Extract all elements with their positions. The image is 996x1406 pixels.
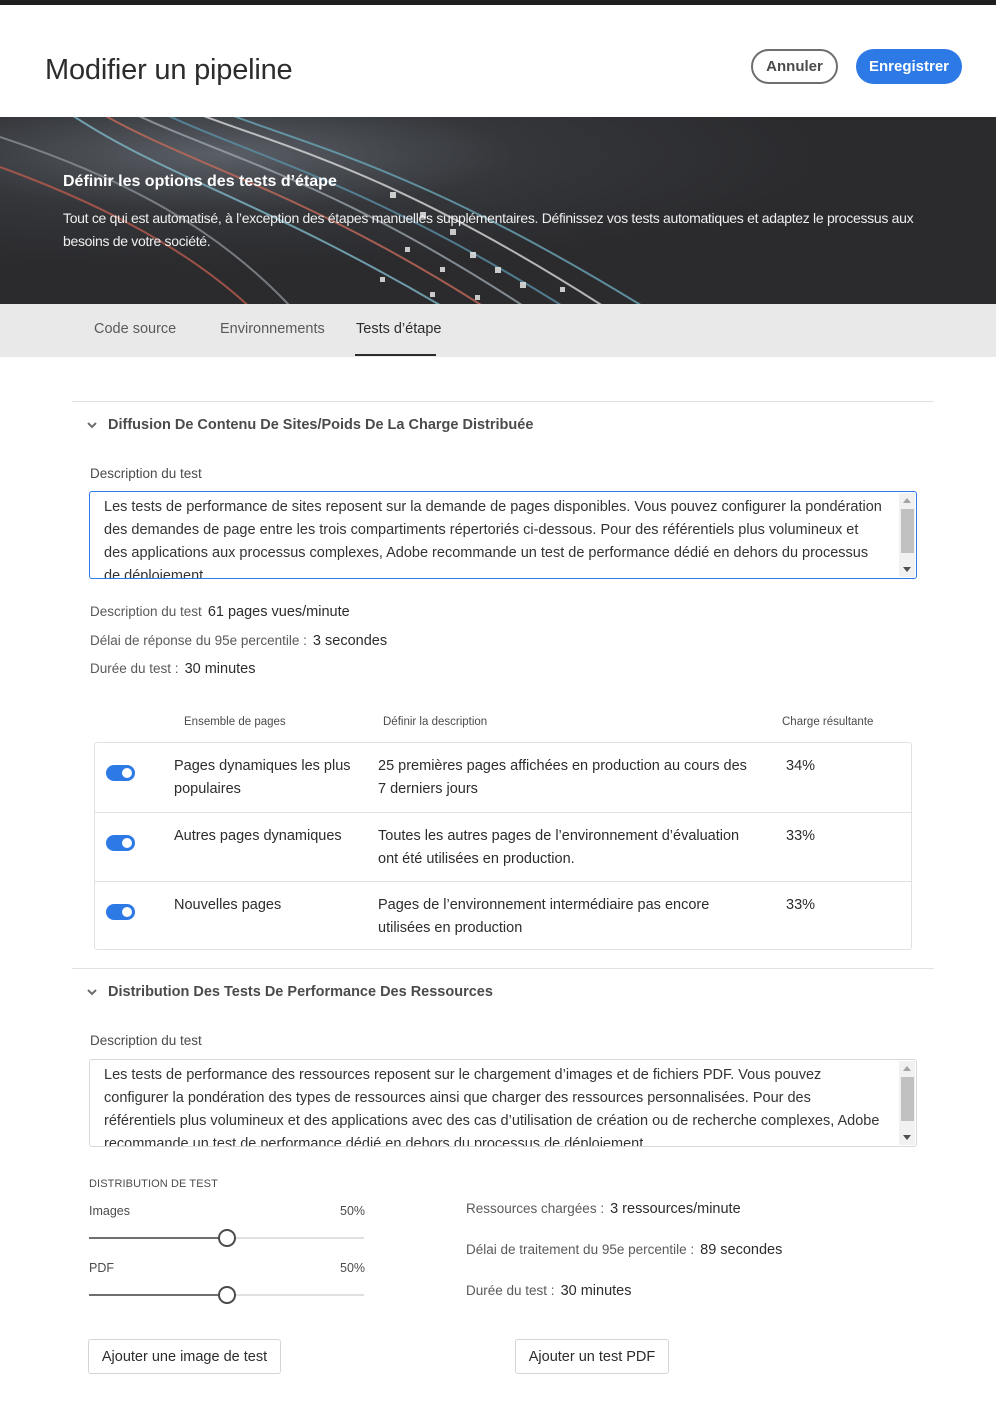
tab-code-source[interactable]: Code source — [94, 321, 176, 337]
add-test-pdf-button[interactable]: Ajouter un test PDF — [515, 1339, 669, 1374]
section-divider — [72, 968, 934, 969]
page-set-table: Pages dynamiques les plus populaires 25 … — [94, 742, 912, 950]
distribution-label: DISTRIBUTION DE TEST — [89, 1178, 218, 1190]
tab-bar: Code source Environnements Tests d’étape — [0, 304, 996, 357]
slider-value-images: 50% — [340, 1204, 366, 1218]
slider-fill — [89, 1237, 227, 1239]
stat-test-duration: Durée du test :30 minutes — [90, 661, 256, 677]
column-header-description: Définir la description — [383, 716, 488, 728]
test-description-text: Les tests de performance de sites repose… — [104, 499, 882, 579]
stat-test-duration: Durée du test :30 minutes — [466, 1283, 632, 1299]
hero-title: Définir les options des tests d’étape — [63, 173, 337, 190]
textarea-scrollbar[interactable] — [899, 1061, 915, 1145]
chevron-down-icon — [87, 422, 97, 429]
page-set-name: Nouvelles pages — [174, 897, 282, 913]
slider-thumb[interactable] — [217, 1229, 236, 1247]
table-row: Pages dynamiques les plus populaires 25 … — [95, 743, 911, 812]
table-row: Nouvelles pages Pages de l’environnement… — [95, 881, 911, 950]
resulting-load: 34% — [786, 758, 816, 774]
slider-value-pdf: 50% — [340, 1261, 366, 1275]
section-header-site-load[interactable]: Diffusion De Contenu De Sites/Poids De L… — [86, 417, 533, 433]
cancel-button[interactable]: Annuler — [751, 49, 838, 84]
page-set-description: 25 premières pages affichées en producti… — [378, 758, 747, 797]
stat-processing-time: Délai de traitement du 95e percentile :8… — [466, 1242, 783, 1258]
images-slider[interactable] — [89, 1229, 364, 1247]
test-description-textarea[interactable]: Les tests de performance des ressources … — [89, 1059, 917, 1147]
stat-response-time: Délai de réponse du 95e percentile :3 se… — [90, 633, 388, 649]
tab-tests-etape[interactable]: Tests d’étape — [356, 321, 441, 337]
page-set-description: Pages de l’environnement intermédiaire p… — [378, 897, 710, 936]
page-set-name: Pages dynamiques les plus populaires — [174, 758, 351, 797]
slider-thumb[interactable] — [217, 1286, 236, 1304]
section-header-asset-tests[interactable]: Distribution Des Tests De Performance De… — [86, 984, 493, 1000]
hero-description: Tout ce qui est automatisé, à l’exceptio… — [63, 210, 914, 249]
page-set-name: Autres pages dynamiques — [174, 828, 342, 844]
table-row: Autres pages dynamiques Toutes les autre… — [95, 812, 911, 881]
column-header-page-set: Ensemble de pages — [184, 716, 286, 728]
stat-assets-loaded: Ressources chargées :3 ressources/minute — [466, 1201, 741, 1217]
resulting-load: 33% — [786, 897, 816, 913]
textarea-scrollbar[interactable] — [899, 493, 915, 577]
add-test-image-button[interactable]: Ajouter une image de test — [88, 1339, 281, 1374]
section-title: Diffusion De Contenu De Sites/Poids De L… — [108, 417, 534, 433]
test-description-text: Les tests de performance des ressources … — [104, 1067, 880, 1147]
column-header-load: Charge résultante — [782, 716, 874, 728]
stat-page-views: Description du test 61 pages vues/minute — [90, 604, 350, 620]
hero-banner: Définir les options des tests d’étape To… — [0, 117, 996, 304]
section-divider — [72, 401, 934, 402]
slider-fill — [89, 1294, 227, 1296]
pdf-slider[interactable] — [89, 1286, 364, 1304]
enable-toggle[interactable] — [106, 904, 135, 920]
test-description-label: Description du test — [90, 466, 202, 481]
active-tab-indicator — [355, 354, 436, 356]
tab-environnements[interactable]: Environnements — [220, 321, 325, 337]
slider-label-pdf: PDF — [89, 1261, 114, 1275]
enable-toggle[interactable] — [106, 765, 135, 781]
test-description-label: Description du test — [90, 1033, 202, 1048]
save-button[interactable]: Enregistrer — [856, 49, 962, 84]
test-description-textarea[interactable]: Les tests de performance de sites repose… — [89, 491, 917, 579]
page-set-description: Toutes les autres pages de l’environneme… — [378, 828, 740, 867]
top-bar — [0, 0, 996, 5]
enable-toggle[interactable] — [106, 835, 135, 851]
chevron-down-icon — [87, 989, 97, 996]
page-title: Modifier un pipeline — [45, 54, 293, 86]
resulting-load: 33% — [786, 828, 816, 844]
section-title: Distribution Des Tests De Performance De… — [108, 984, 493, 1000]
slider-label-images: Images — [89, 1204, 130, 1218]
